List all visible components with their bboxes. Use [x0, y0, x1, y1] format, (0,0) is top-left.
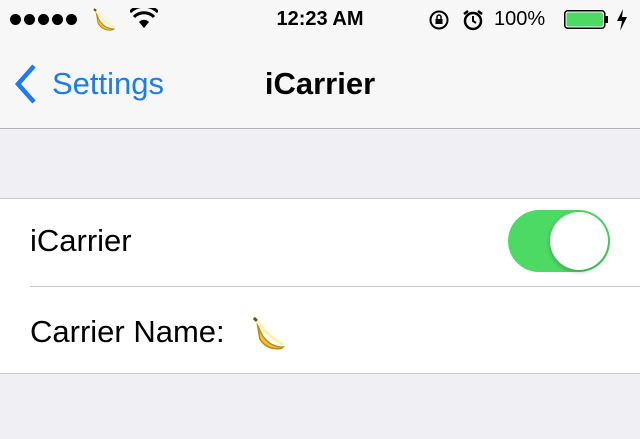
toggle-label: iCarrier	[30, 223, 132, 258]
battery-icon	[564, 10, 608, 29]
battery-percentage: 100%	[494, 8, 546, 30]
banana-icon	[253, 316, 286, 350]
page-title: iCarrier	[264, 66, 376, 101]
carrier-name-label: Carrier Name:	[30, 314, 225, 349]
list-item-carrier-name[interactable]: Carrier Name:	[0, 286, 640, 373]
toggle-knob	[550, 212, 608, 270]
list-item-icarrier-toggle: iCarrier	[0, 199, 640, 286]
settings-group: iCarrier Carrier Name:	[0, 198, 640, 374]
banana-icon	[93, 8, 116, 31]
charging-bolt-icon	[617, 9, 627, 31]
status-bar: 12:23 AM 100%	[0, 0, 640, 40]
wifi-icon	[130, 8, 158, 28]
signal-strength-icon	[10, 14, 77, 25]
alarm-icon	[463, 10, 483, 31]
rotation-lock-icon	[429, 10, 449, 30]
carrier-name-label-wrapper: Carrier Name:	[30, 314, 289, 353]
navigation-bar: Settings iCarrier	[0, 40, 640, 129]
icarrier-toggle-switch[interactable]	[508, 210, 610, 272]
